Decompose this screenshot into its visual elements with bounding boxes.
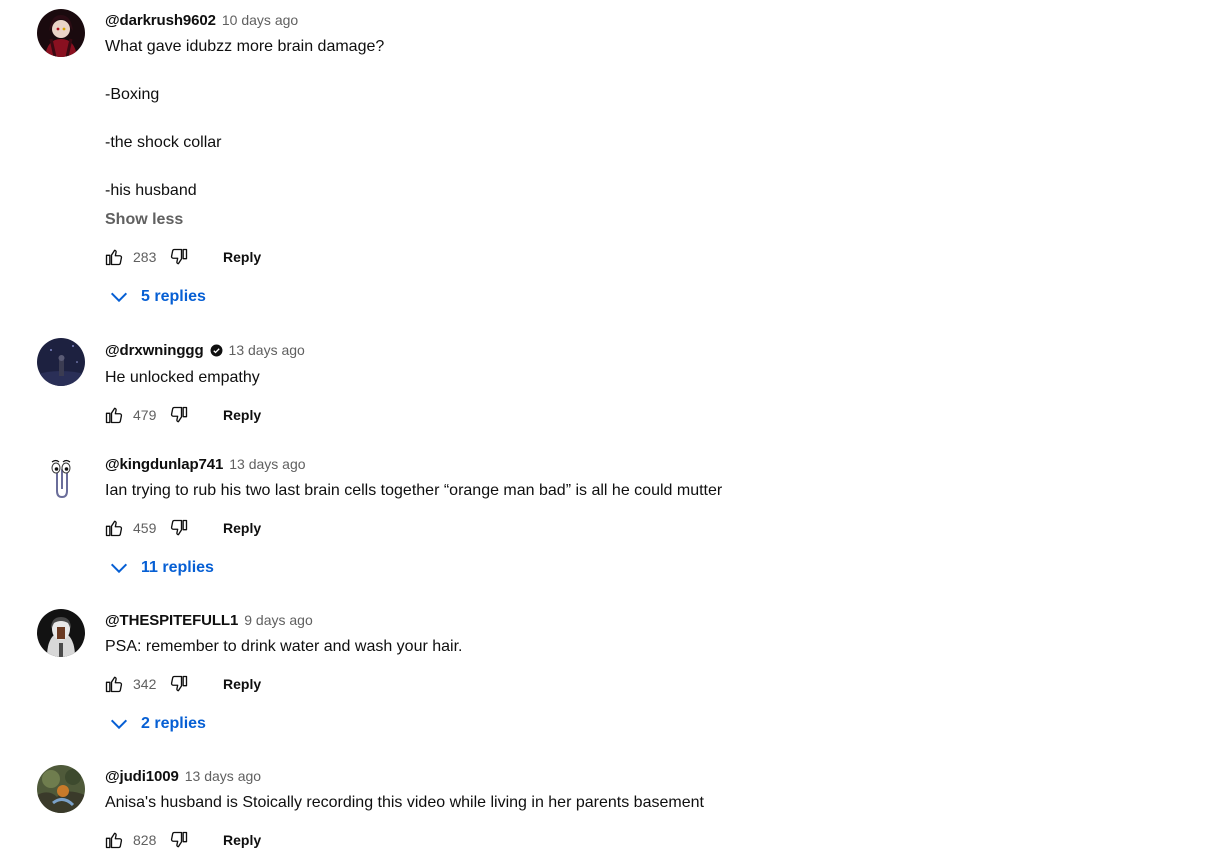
comment-header: @darkrush9602 10 days ago: [105, 10, 298, 30]
comment-line: He unlocked empathy: [105, 369, 260, 386]
thumb-up-icon[interactable]: [104, 247, 124, 267]
comment-actions: 342 Reply: [104, 672, 261, 696]
timestamp[interactable]: 10 days ago: [222, 12, 298, 28]
timestamp[interactable]: 9 days ago: [244, 612, 313, 628]
author-name[interactable]: @drxwninggg: [105, 342, 204, 359]
view-replies-button[interactable]: 5 replies: [108, 286, 206, 308]
comment-line: -Boxing: [105, 86, 160, 103]
thumb-up-icon[interactable]: [104, 830, 124, 850]
like-count: 479: [133, 407, 157, 423]
avatar[interactable]: [37, 9, 85, 57]
comment-header: @drxwninggg 13 days ago: [105, 340, 305, 360]
thumb-up-icon[interactable]: [104, 405, 124, 425]
view-replies-button[interactable]: 2 replies: [108, 713, 206, 735]
show-less-button[interactable]: Show less: [105, 211, 183, 229]
thumb-down-icon[interactable]: [169, 518, 189, 538]
reply-button[interactable]: Reply: [223, 249, 261, 265]
thumb-down-icon[interactable]: [169, 674, 189, 694]
thumb-up-icon[interactable]: [104, 518, 124, 538]
timestamp[interactable]: 13 days ago: [185, 768, 261, 784]
chevron-down-icon: [110, 292, 128, 303]
timestamp[interactable]: 13 days ago: [229, 342, 305, 358]
avatar[interactable]: [37, 765, 85, 813]
reply-button[interactable]: Reply: [223, 520, 261, 536]
reply-button[interactable]: Reply: [223, 676, 261, 692]
comment-line: -the shock collar: [105, 134, 222, 151]
comment-text: PSA: remember to drink water and wash yo…: [105, 635, 463, 659]
replies-count-label: 11 replies: [141, 559, 214, 576]
author-name[interactable]: @darkrush9602: [105, 12, 216, 29]
author-name[interactable]: @kingdunlap741: [105, 456, 223, 473]
view-replies-button[interactable]: 11 replies: [108, 557, 214, 579]
like-count: 342: [133, 676, 157, 692]
comment-line: What gave idubzz more brain damage?: [105, 38, 385, 55]
comment-line: Anisa's husband is Stoically recording t…: [105, 794, 704, 811]
comment-actions: 479 Reply: [104, 403, 261, 427]
comment-line: -his husband: [105, 182, 197, 199]
replies-count-label: 5 replies: [141, 288, 206, 305]
comment-line: PSA: remember to drink water and wash yo…: [105, 638, 463, 655]
thumb-down-icon[interactable]: [169, 830, 189, 850]
like-count: 459: [133, 520, 157, 536]
verified-badge-icon: [210, 344, 222, 356]
chevron-down-icon: [110, 719, 128, 730]
comment-header: @judi1009 13 days ago: [105, 766, 261, 786]
thumb-down-icon[interactable]: [169, 405, 189, 425]
reply-button[interactable]: Reply: [223, 832, 261, 848]
comment-text: He unlocked empathy: [105, 366, 260, 390]
comment-text: Anisa's husband is Stoically recording t…: [105, 791, 704, 815]
author-name[interactable]: @THESPITEFULL1: [105, 612, 238, 629]
chevron-down-icon: [110, 563, 128, 574]
like-count: 283: [133, 249, 157, 265]
comment-header: @THESPITEFULL1 9 days ago: [105, 610, 313, 630]
comment-text: What gave idubzz more brain damage? -Box…: [105, 35, 384, 203]
avatar[interactable]: [37, 609, 85, 657]
reply-button[interactable]: Reply: [223, 407, 261, 423]
like-count: 828: [133, 832, 157, 848]
comment-text: Ian trying to rub his two last brain cel…: [105, 479, 722, 503]
author-name[interactable]: @judi1009: [105, 768, 179, 785]
replies-count-label: 2 replies: [141, 715, 206, 732]
comment-actions: 459 Reply: [104, 516, 261, 540]
avatar[interactable]: [37, 453, 85, 501]
comment-line: Ian trying to rub his two last brain cel…: [105, 482, 723, 499]
timestamp[interactable]: 13 days ago: [229, 456, 305, 472]
avatar[interactable]: [37, 338, 85, 386]
thumb-down-icon[interactable]: [169, 247, 189, 267]
thumb-up-icon[interactable]: [104, 674, 124, 694]
comment-actions: 283 Reply: [104, 245, 261, 269]
comment-header: @kingdunlap741 13 days ago: [105, 454, 306, 474]
comment-actions: 828 Reply: [104, 828, 261, 852]
comments-section: @darkrush9602 10 days ago What gave idub…: [0, 0, 1226, 855]
